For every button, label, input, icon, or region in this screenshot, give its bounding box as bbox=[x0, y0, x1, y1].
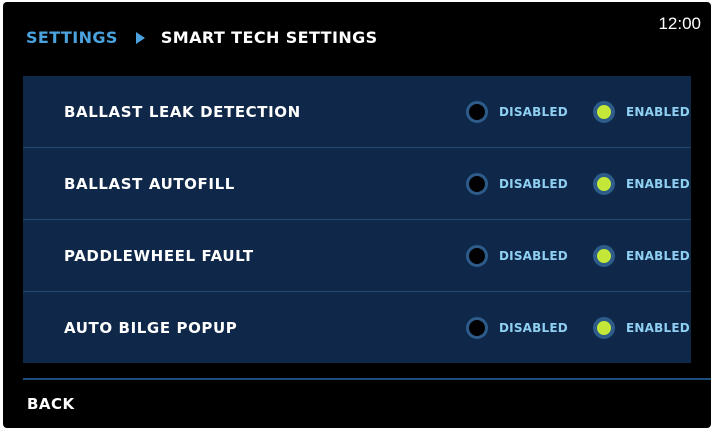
setting-row-auto-bilge-popup: AUTO BILGE POPUP DISABLED ENABLED bbox=[23, 292, 691, 363]
radio-disabled[interactable] bbox=[466, 172, 488, 195]
disabled-option[interactable]: DISABLED bbox=[466, 316, 568, 339]
settings-list: BALLAST LEAK DETECTION DISABLED ENABLED … bbox=[23, 76, 691, 363]
clock: 12:00 bbox=[658, 14, 701, 33]
enabled-option[interactable]: ENABLED bbox=[593, 316, 690, 339]
radio-enabled[interactable] bbox=[593, 316, 615, 339]
enabled-option[interactable]: ENABLED bbox=[593, 100, 690, 123]
setting-label: AUTO BILGE POPUP bbox=[64, 318, 238, 337]
triangle-right-icon bbox=[135, 31, 145, 44]
radio-disabled[interactable] bbox=[466, 244, 488, 267]
header: SETTINGS SMART TECH SETTINGS 12:00 bbox=[3, 2, 711, 72]
disabled-option[interactable]: DISABLED bbox=[466, 172, 568, 195]
disabled-label: DISABLED bbox=[499, 320, 568, 335]
enabled-label: ENABLED bbox=[626, 320, 690, 335]
disabled-label: DISABLED bbox=[499, 248, 568, 263]
breadcrumb: SETTINGS SMART TECH SETTINGS bbox=[26, 28, 378, 47]
radio-enabled[interactable] bbox=[593, 100, 615, 123]
enabled-label: ENABLED bbox=[626, 104, 690, 119]
radio-enabled[interactable] bbox=[593, 244, 615, 267]
back-button[interactable]: BACK bbox=[27, 395, 75, 413]
disabled-label: DISABLED bbox=[499, 104, 568, 119]
setting-label: BALLAST LEAK DETECTION bbox=[64, 102, 301, 121]
enabled-option[interactable]: ENABLED bbox=[593, 172, 690, 195]
disabled-label: DISABLED bbox=[499, 176, 568, 191]
setting-row-ballast-leak-detection: BALLAST LEAK DETECTION DISABLED ENABLED bbox=[23, 76, 691, 148]
breadcrumb-settings-link[interactable]: SETTINGS bbox=[26, 28, 118, 47]
disabled-option[interactable]: DISABLED bbox=[466, 244, 568, 267]
disabled-option[interactable]: DISABLED bbox=[466, 100, 568, 123]
setting-row-paddlewheel-fault: PADDLEWHEEL FAULT DISABLED ENABLED bbox=[23, 220, 691, 292]
radio-disabled[interactable] bbox=[466, 316, 488, 339]
radio-enabled[interactable] bbox=[593, 172, 615, 195]
enabled-label: ENABLED bbox=[626, 176, 690, 191]
radio-disabled[interactable] bbox=[466, 100, 488, 123]
setting-label: PADDLEWHEEL FAULT bbox=[64, 246, 254, 265]
screen: SETTINGS SMART TECH SETTINGS 12:00 BALLA… bbox=[3, 2, 711, 428]
footer-divider bbox=[23, 378, 711, 380]
enabled-label: ENABLED bbox=[626, 248, 690, 263]
page-title: SMART TECH SETTINGS bbox=[160, 28, 378, 47]
setting-row-ballast-autofill: BALLAST AUTOFILL DISABLED ENABLED bbox=[23, 148, 691, 220]
enabled-option[interactable]: ENABLED bbox=[593, 244, 690, 267]
setting-label: BALLAST AUTOFILL bbox=[64, 174, 235, 193]
